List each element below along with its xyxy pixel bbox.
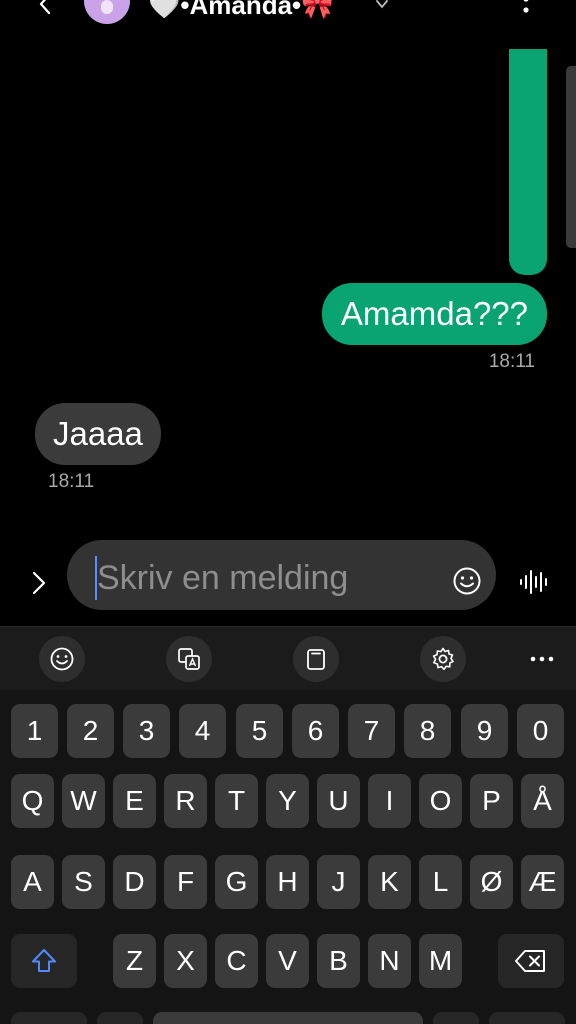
key-k[interactable]: K: [368, 855, 411, 909]
keyboard-settings-button[interactable]: [420, 636, 466, 682]
keyboard-emoji-button[interactable]: [39, 636, 85, 682]
keyboard: 1 2 3 4 5 6 7 8 9 0 Q W E R T Y U I O P …: [0, 626, 576, 1024]
key-5[interactable]: 5: [236, 704, 283, 758]
keyboard-more-button[interactable]: [524, 645, 560, 673]
key-p[interactable]: P: [470, 774, 513, 828]
key-q[interactable]: Q: [11, 774, 54, 828]
key-aring[interactable]: Å: [521, 774, 564, 828]
scrollbar[interactable]: [566, 66, 576, 248]
emoji-icon: [50, 647, 74, 671]
key-t[interactable]: T: [215, 774, 258, 828]
key-n[interactable]: N: [368, 934, 411, 988]
enter-key[interactable]: [489, 1012, 565, 1024]
key-3[interactable]: 3: [123, 704, 170, 758]
key-c[interactable]: C: [215, 934, 258, 988]
key-s[interactable]: S: [62, 855, 105, 909]
key-y[interactable]: Y: [266, 774, 309, 828]
key-0[interactable]: 0: [517, 704, 564, 758]
key-h[interactable]: H: [266, 855, 309, 909]
voice-input-icon[interactable]: [518, 568, 550, 596]
shift-icon: [32, 949, 56, 972]
key-o[interactable]: O: [419, 774, 462, 828]
settings-icon: [432, 647, 454, 671]
expand-icon[interactable]: [27, 568, 51, 598]
backspace-icon: [515, 950, 545, 972]
backspace-key[interactable]: [498, 934, 564, 988]
clipboard-icon: [307, 649, 325, 670]
key-v[interactable]: V: [266, 934, 309, 988]
chevron-down-icon[interactable]: [374, 0, 390, 12]
chat-header: 🤍•Amanda•🎀: [0, 0, 576, 24]
key-ae[interactable]: Æ: [521, 855, 564, 909]
key-i[interactable]: I: [368, 774, 411, 828]
keyboard-translate-button[interactable]: [166, 636, 212, 682]
back-icon[interactable]: [34, 0, 58, 16]
sent-message-bubble[interactable]: Amamda???: [321, 283, 547, 345]
contact-name[interactable]: 🤍•Amanda•🎀: [148, 0, 334, 21]
space-key[interactable]: [153, 1012, 423, 1024]
key-7[interactable]: 7: [348, 704, 395, 758]
sent-message-time: 18:11: [488, 351, 535, 372]
key-4[interactable]: 4: [179, 704, 226, 758]
translate-icon: [178, 648, 200, 670]
symbols-key[interactable]: [11, 1012, 87, 1024]
key-m[interactable]: M: [419, 934, 462, 988]
key-8[interactable]: 8: [404, 704, 451, 758]
comma-key[interactable]: [97, 1012, 143, 1024]
keyboard-clipboard-button[interactable]: [293, 636, 339, 682]
shift-key[interactable]: [11, 934, 77, 988]
key-u[interactable]: U: [317, 774, 360, 828]
key-r[interactable]: R: [164, 774, 207, 828]
key-e[interactable]: E: [113, 774, 156, 828]
key-1[interactable]: 1: [11, 704, 58, 758]
message-input[interactable]: [97, 556, 437, 600]
key-b[interactable]: B: [317, 934, 360, 988]
more-icon[interactable]: [520, 0, 532, 14]
key-f[interactable]: F: [164, 855, 207, 909]
key-l[interactable]: L: [419, 855, 462, 909]
key-6[interactable]: 6: [292, 704, 339, 758]
received-message-time: 18:11: [48, 471, 95, 492]
key-9[interactable]: 9: [461, 704, 508, 758]
key-z[interactable]: Z: [113, 934, 156, 988]
avatar[interactable]: [84, 0, 130, 24]
key-d[interactable]: D: [113, 855, 156, 909]
key-w[interactable]: W: [62, 774, 105, 828]
key-a[interactable]: A: [11, 855, 54, 909]
sent-message-bubble-partial[interactable]: [509, 49, 547, 275]
key-g[interactable]: G: [215, 855, 258, 909]
emoji-icon[interactable]: [452, 566, 482, 596]
more-icon: [530, 656, 554, 662]
keyboard-toolbar: [0, 626, 576, 690]
key-x[interactable]: X: [164, 934, 207, 988]
period-key[interactable]: [433, 1012, 479, 1024]
key-oslash[interactable]: Ø: [470, 855, 513, 909]
received-message-bubble[interactable]: Jaaaa: [35, 403, 161, 465]
key-2[interactable]: 2: [67, 704, 114, 758]
key-j[interactable]: J: [317, 855, 360, 909]
